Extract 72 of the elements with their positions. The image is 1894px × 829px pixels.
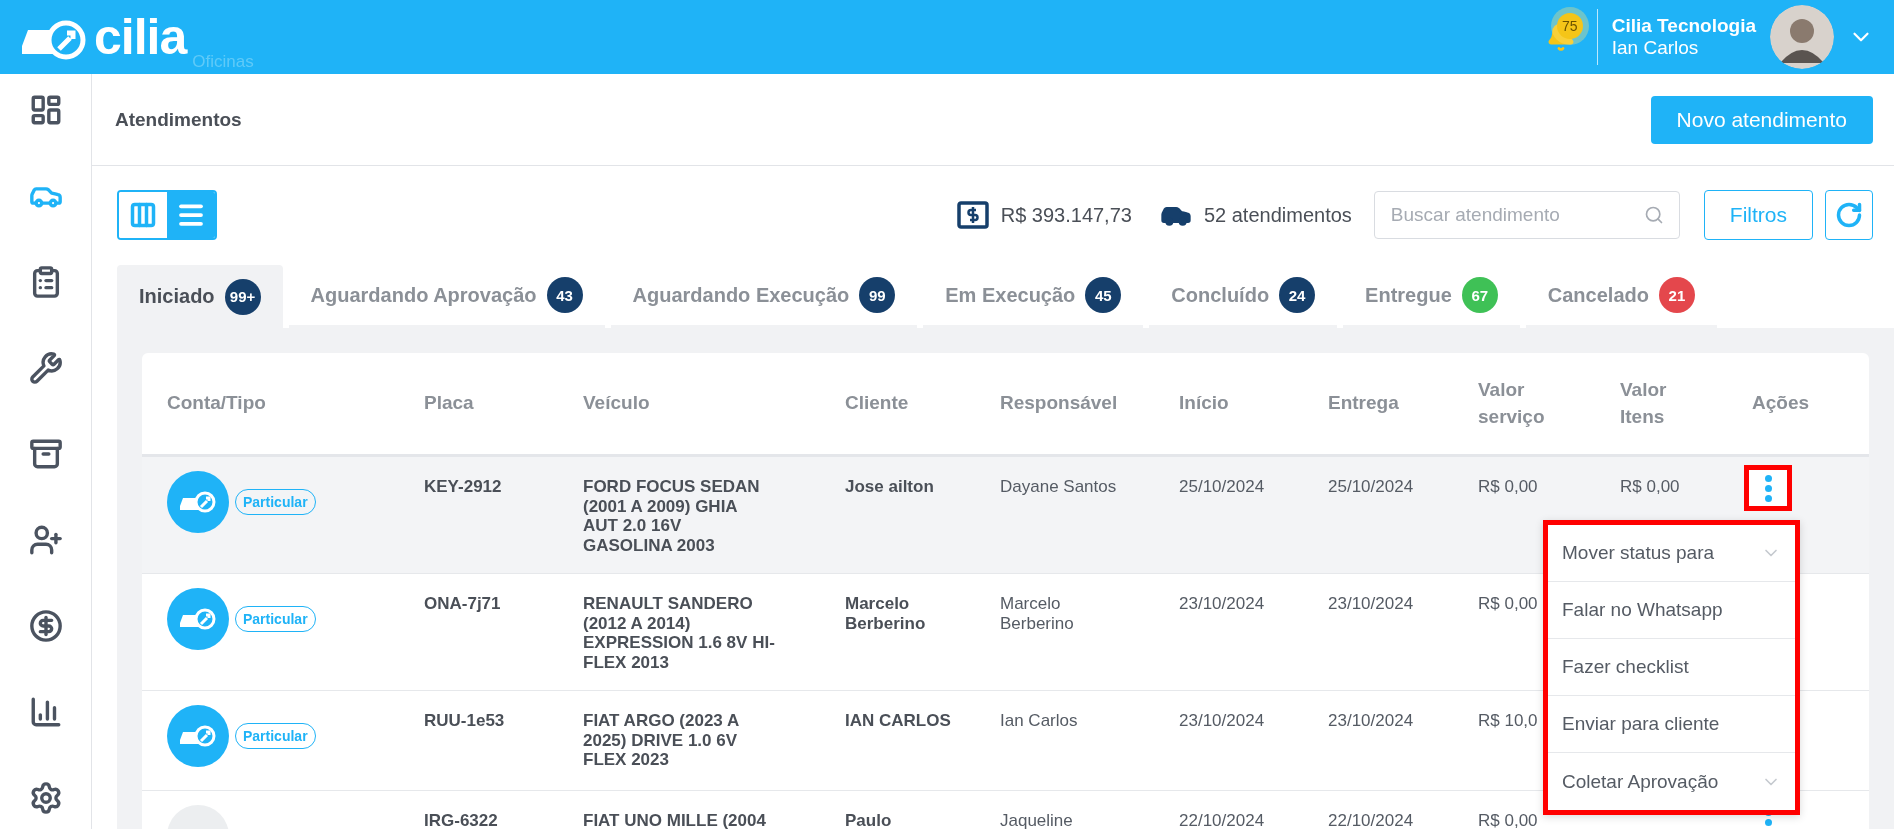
- column-header: Início: [1179, 391, 1230, 416]
- table-cell-text: Marcelo Berberino: [845, 594, 927, 634]
- page-title: Atendimentos: [115, 108, 242, 131]
- column-header: Conta/Tipo: [167, 391, 267, 416]
- table-cell: IAN CARLOS: [845, 711, 951, 731]
- service-count: 52 atendimentos: [1203, 203, 1352, 227]
- table-cell: 23/10/2024: [1328, 711, 1414, 731]
- count-badge: 24: [1279, 277, 1316, 313]
- money-icon: [956, 201, 989, 229]
- table-cell: KEY-2912: [424, 477, 502, 497]
- car-wrench-icon: [167, 705, 229, 768]
- table-cell: RUU-1e53: [424, 711, 505, 731]
- count-badge: 45: [1085, 277, 1122, 313]
- table-cell: ONA-7j71: [424, 594, 501, 614]
- logo-text: cilia: [94, 12, 187, 62]
- table-cell: R$ 0,00: [1478, 811, 1538, 829]
- table-cell: RENAULT SANDERO (2012 A 2014) EXPRESSION 1.6 8V HI-FLEX 2013: [583, 594, 775, 673]
- user-avatar: [1770, 5, 1834, 69]
- column-header: Ações: [1752, 391, 1811, 416]
- notifications-button[interactable]: 75: [1538, 15, 1583, 59]
- table-cell-text: Marcelo Berberino: [1000, 594, 1075, 634]
- column-header: Valor Itens: [1620, 377, 1668, 429]
- table-cell: IRG-6322: [424, 811, 498, 829]
- column-header: Veículo: [583, 391, 651, 416]
- notification-count: 75: [1556, 13, 1583, 39]
- count-badge: 43: [546, 277, 583, 313]
- table-cell: R$ 10,0: [1478, 711, 1538, 731]
- search-icon: [1643, 205, 1664, 225]
- car-wrench-icon: [167, 588, 229, 651]
- table-cell: Jaqueline: [1000, 811, 1073, 829]
- table-cell-text: FIAT ARGO (2023 A 2025) DRIVE 1.0 6V FLEX 2023: [583, 711, 740, 770]
- table-cell: 25/10/2024: [1179, 477, 1265, 497]
- column-header: Cliente: [845, 391, 910, 416]
- status-tab[interactable]: Iniciado 99+: [117, 265, 283, 328]
- menu-item[interactable]: Enviar para cliente: [1548, 696, 1795, 753]
- user-name: Ian Carlos: [1611, 37, 1700, 59]
- menu-item[interactable]: Falar no Whatsapp: [1548, 582, 1795, 639]
- table-cell: Jose ailton: [845, 477, 934, 497]
- company-name: Cilia Tecnologia: [1611, 15, 1756, 37]
- column-header: Valor serviço: [1478, 377, 1546, 429]
- refresh-icon: [1835, 201, 1863, 229]
- table-cell: R$ 0,00: [1478, 594, 1538, 614]
- count-badge: 21: [1658, 277, 1695, 313]
- more-actions-button[interactable]: [1744, 465, 1792, 511]
- table-cell: 25/10/2024: [1328, 477, 1414, 497]
- total-value: R$ 393.147,73: [1000, 203, 1132, 227]
- table-cell: Dayane Santos: [1000, 477, 1117, 497]
- table-cell-text: FORD FOCUS SEDAN (2001 A 2009) GHIA AUT 2.0 16V GASOLINA 2003: [583, 477, 761, 556]
- count-badge: 67: [1461, 277, 1498, 313]
- table-cell: 23/10/2024: [1328, 594, 1414, 614]
- car-wrench-icon: [167, 471, 229, 533]
- table-cell: 23/10/2024: [1179, 594, 1265, 614]
- count-badge: 99: [859, 277, 896, 313]
- columns-icon: [129, 201, 157, 229]
- column-header: Responsável: [1000, 391, 1119, 416]
- table-cell: 22/10/2024: [1179, 811, 1265, 829]
- table-cell: 22/10/2024: [1328, 811, 1414, 829]
- column-header: Entrega: [1328, 391, 1400, 416]
- search-field[interactable]: Buscar atendimento: [1373, 191, 1680, 239]
- menu-item[interactable]: Mover status para: [1548, 525, 1795, 582]
- column-header: Placa: [424, 391, 475, 416]
- table-cell: Paulo: [845, 811, 892, 829]
- logo-subtitle: Oficinas: [192, 52, 254, 72]
- table-cell: FIAT UNO MILLE (2004: [583, 811, 766, 829]
- menu-item[interactable]: Coletar Aprovação: [1548, 753, 1795, 810]
- menu-item[interactable]: Fazer checklist: [1548, 639, 1795, 696]
- table-cell: 23/10/2024: [1179, 711, 1265, 731]
- table-cell: Ian Carlos: [1000, 711, 1078, 731]
- table-cell: R$ 0,00: [1620, 477, 1680, 497]
- table-cell: R$ 0,00: [1478, 477, 1538, 497]
- car-wrench-icon: [20, 18, 88, 62]
- count-badge: 99+: [224, 278, 261, 315]
